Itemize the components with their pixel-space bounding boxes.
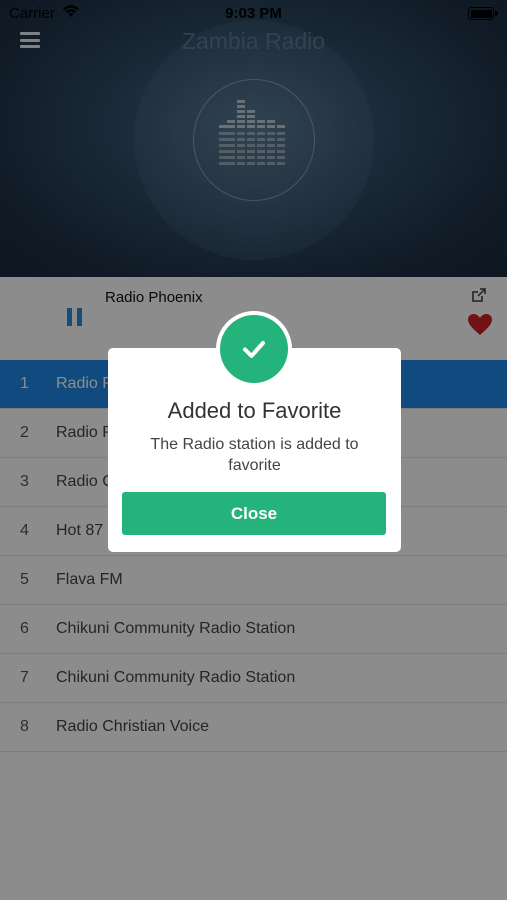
dialog-message: The Radio station is added to favorite (150, 436, 359, 474)
dialog-title: Added to Favorite (167, 398, 342, 423)
close-button[interactable]: Close (122, 492, 386, 535)
checkmark-icon (243, 341, 265, 358)
app-screen: Zambia Radio Carrier 9:03 PM Radio Phoen… (0, 0, 507, 900)
success-badge (216, 311, 292, 387)
